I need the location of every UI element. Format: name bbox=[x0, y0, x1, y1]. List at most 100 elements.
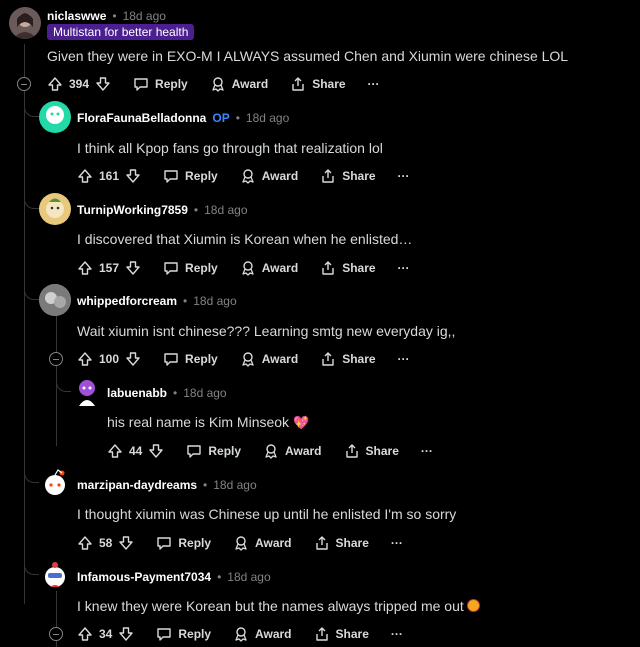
reply-label: Reply bbox=[178, 536, 212, 550]
share-button[interactable]: Share bbox=[314, 535, 369, 551]
upvote-icon[interactable] bbox=[77, 351, 93, 367]
more-options-button[interactable]: ··· bbox=[398, 261, 410, 275]
comment-author[interactable]: whippedforcream bbox=[77, 294, 177, 308]
share-icon bbox=[320, 351, 336, 367]
share-button[interactable]: Share bbox=[320, 351, 376, 367]
award-button[interactable]: Award bbox=[240, 260, 298, 276]
comment-text: I thought xiumin was Chinese up until he… bbox=[77, 506, 457, 522]
reply-label: Reply bbox=[155, 77, 188, 91]
comment-author[interactable]: marzipan-daydreams bbox=[77, 478, 197, 492]
downvote-icon[interactable] bbox=[118, 535, 134, 551]
separator-dot: • bbox=[235, 111, 240, 125]
comment-text-content: I knew they were Korean but the names al… bbox=[77, 598, 464, 614]
avatar[interactable] bbox=[39, 467, 71, 499]
avatar[interactable] bbox=[39, 559, 71, 591]
downvote-icon[interactable] bbox=[118, 626, 134, 642]
award-label: Award bbox=[255, 627, 292, 641]
comment-author[interactable]: TurnipWorking7859 bbox=[77, 203, 188, 217]
comment-author[interactable]: niclaswwe bbox=[47, 9, 106, 23]
comment-timestamp[interactable]: 18d ago bbox=[123, 9, 166, 23]
separator-dot: • bbox=[203, 478, 208, 492]
avatar[interactable] bbox=[71, 376, 103, 408]
downvote-icon[interactable] bbox=[125, 168, 141, 184]
award-label: Award bbox=[231, 77, 269, 91]
reply-button[interactable]: Reply bbox=[163, 260, 218, 276]
more-icon: ··· bbox=[397, 169, 410, 183]
avatar[interactable] bbox=[39, 101, 71, 133]
more-options-button[interactable]: ··· bbox=[391, 536, 403, 550]
share-button[interactable]: Share bbox=[314, 626, 369, 642]
avatar[interactable] bbox=[9, 7, 41, 39]
reply-button[interactable]: Reply bbox=[156, 535, 211, 551]
avatar[interactable] bbox=[39, 284, 71, 316]
thread-elbow bbox=[24, 100, 39, 117]
comment-author[interactable]: Infamous-Payment7034 bbox=[77, 570, 211, 584]
more-icon: ··· bbox=[420, 444, 433, 458]
more-options-button[interactable]: ··· bbox=[368, 77, 380, 91]
comment-author[interactable]: FloraFaunaBelladonna bbox=[77, 111, 206, 125]
award-button[interactable]: Award bbox=[233, 626, 292, 642]
downvote-icon[interactable] bbox=[125, 260, 141, 276]
comment-timestamp[interactable]: 18d ago bbox=[213, 478, 256, 492]
upvote-icon[interactable] bbox=[47, 76, 63, 92]
award-label: Award bbox=[261, 352, 299, 366]
collapse-thread-button[interactable] bbox=[17, 77, 31, 91]
vote-count: 161 bbox=[99, 169, 120, 183]
sparkling-heart-emoji: 💖 bbox=[293, 415, 310, 430]
award-button[interactable]: Award bbox=[263, 443, 322, 459]
upvote-icon[interactable] bbox=[107, 443, 123, 459]
thread-elbow bbox=[24, 466, 39, 483]
comment-timestamp[interactable]: 18d ago bbox=[204, 203, 247, 217]
vote-control: 58 bbox=[77, 535, 134, 551]
comment-timestamp[interactable]: 18d ago bbox=[183, 386, 226, 400]
separator-dot: • bbox=[217, 570, 222, 584]
vote-count: 100 bbox=[99, 352, 120, 366]
reply-button[interactable]: Reply bbox=[163, 351, 218, 367]
share-button[interactable]: Share bbox=[320, 168, 376, 184]
comment-icon bbox=[133, 76, 149, 92]
share-label: Share bbox=[342, 261, 376, 275]
upvote-icon[interactable] bbox=[77, 535, 93, 551]
comment-author[interactable]: labuenabb bbox=[107, 386, 167, 400]
reply-button[interactable]: Reply bbox=[163, 168, 218, 184]
more-icon: ··· bbox=[397, 261, 410, 275]
comment-timestamp[interactable]: 18d ago bbox=[193, 294, 236, 308]
award-button[interactable]: Award bbox=[240, 168, 298, 184]
share-button[interactable]: Share bbox=[320, 260, 376, 276]
award-icon bbox=[240, 351, 256, 367]
downvote-icon[interactable] bbox=[148, 443, 164, 459]
reply-button[interactable]: Reply bbox=[156, 626, 211, 642]
award-button[interactable]: Award bbox=[210, 76, 268, 92]
share-icon bbox=[344, 443, 360, 459]
collapse-thread-button[interactable] bbox=[49, 352, 63, 366]
more-options-button[interactable]: ··· bbox=[391, 627, 403, 641]
share-label: Share bbox=[365, 444, 399, 458]
downvote-icon[interactable] bbox=[95, 76, 111, 92]
more-options-button[interactable]: ··· bbox=[421, 444, 433, 458]
share-label: Share bbox=[335, 627, 369, 641]
emoji-icon bbox=[466, 599, 480, 612]
thread-elbow bbox=[24, 558, 39, 575]
comment-text-content: his real name is Kim Minseok bbox=[107, 414, 290, 430]
downvote-icon[interactable] bbox=[125, 351, 141, 367]
award-button[interactable]: Award bbox=[240, 351, 298, 367]
avatar[interactable] bbox=[39, 193, 71, 225]
award-button[interactable]: Award bbox=[233, 535, 292, 551]
comment-icon bbox=[186, 443, 202, 459]
comment-text: Given they were in EXO-M I ALWAYS assume… bbox=[47, 48, 569, 64]
separator-dot: • bbox=[173, 386, 178, 400]
reply-label: Reply bbox=[178, 627, 212, 641]
more-options-button[interactable]: ··· bbox=[398, 352, 410, 366]
reply-button[interactable]: Reply bbox=[133, 76, 188, 92]
reply-button[interactable]: Reply bbox=[186, 443, 241, 459]
upvote-icon[interactable] bbox=[77, 626, 93, 642]
share-button[interactable]: Share bbox=[344, 443, 399, 459]
vote-count: 157 bbox=[99, 261, 120, 275]
more-options-button[interactable]: ··· bbox=[398, 169, 410, 183]
comment-timestamp[interactable]: 18d ago bbox=[227, 570, 270, 584]
comment-timestamp[interactable]: 18d ago bbox=[246, 111, 289, 125]
collapse-thread-button[interactable] bbox=[49, 627, 63, 641]
share-button[interactable]: Share bbox=[290, 76, 346, 92]
upvote-icon[interactable] bbox=[77, 168, 93, 184]
upvote-icon[interactable] bbox=[77, 260, 93, 276]
